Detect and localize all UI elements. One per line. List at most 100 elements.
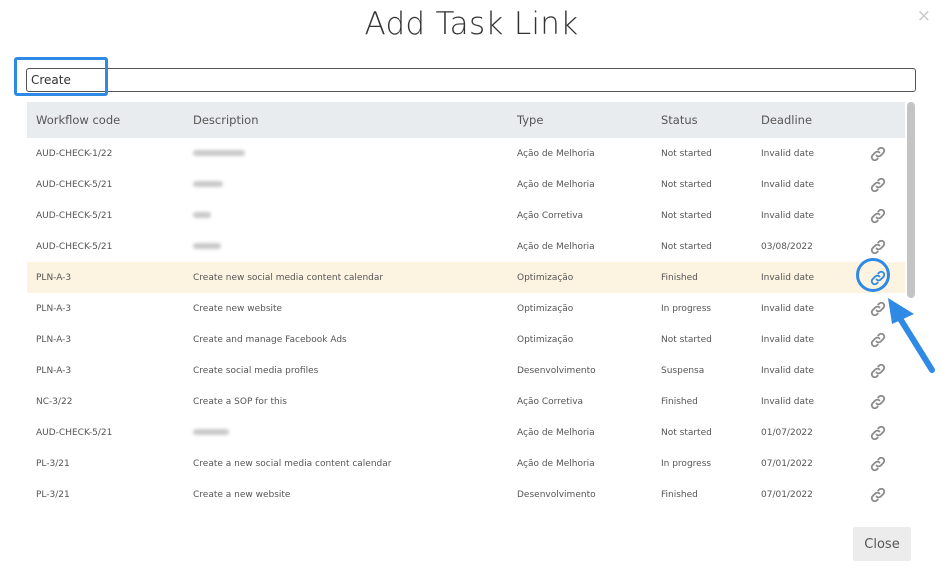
link-icon[interactable]	[869, 455, 887, 473]
search-input[interactable]	[26, 68, 916, 92]
table-row[interactable]: PLN-A-3 Create social media profiles Desen…	[27, 355, 905, 386]
column-header-actions	[850, 102, 905, 138]
table-row[interactable]: AUD-CHECK-5/21 Ação de Melhoria Not starte…	[27, 231, 905, 262]
link-icon[interactable]	[869, 269, 887, 287]
table-row[interactable]: PLN-A-3 Create new website Optimização In p…	[27, 293, 905, 324]
cell-deadline: Invalid date	[761, 272, 815, 283]
cell-deadline: Invalid date	[761, 179, 815, 190]
table-scrollbar[interactable]	[907, 102, 915, 298]
cell-link-action	[850, 200, 905, 231]
cell-type: Optimização	[517, 334, 574, 345]
cell-workflow-code: PL-3/21	[36, 489, 70, 500]
cell-link-action	[850, 386, 905, 417]
table-row[interactable]: AUD-CHECK-5/21 Ação de Melhoria Not starte…	[27, 169, 905, 200]
link-icon[interactable]	[869, 145, 887, 163]
cell-type: Ação de Melhoria	[517, 179, 595, 190]
cell-link-action	[850, 169, 905, 200]
redacted-text	[193, 243, 221, 249]
cell-deadline: 03/08/2022	[761, 241, 813, 252]
link-icon[interactable]	[869, 300, 887, 318]
cell-link-action	[850, 479, 905, 508]
cell-status: Finished	[661, 396, 698, 407]
table-row[interactable]: PLN-A-3 Create new social media content c…	[27, 262, 905, 293]
column-header-workflow-code[interactable]: Workflow code	[27, 102, 184, 138]
cell-description: Create a new social media content calend…	[193, 458, 392, 469]
cell-description	[184, 231, 508, 262]
redacted-text	[193, 150, 245, 156]
column-header-description[interactable]: Description	[184, 102, 508, 138]
cell-deadline: 07/01/2022	[761, 458, 813, 469]
column-header-status[interactable]: Status	[652, 102, 752, 138]
cell-description	[184, 169, 508, 200]
cell-status: In progress	[661, 458, 712, 469]
cell-type: Ação de Melhoria	[517, 148, 595, 159]
cell-description: Create a new website	[193, 489, 291, 500]
cell-deadline: Invalid date	[761, 334, 815, 345]
cell-type: Desenvolvimento	[517, 365, 596, 376]
cell-deadline: 01/07/2022	[761, 427, 813, 438]
redacted-text	[193, 212, 211, 218]
table-row[interactable]: AUD-CHECK-5/21 Ação Corretiva Not started I…	[27, 200, 905, 231]
table-row[interactable]: PL-3/21 Create a new website Desenvolvimen…	[27, 479, 905, 508]
cell-deadline: Invalid date	[761, 148, 815, 159]
cell-status: Not started	[661, 179, 712, 190]
cell-status: Not started	[661, 427, 712, 438]
link-icon[interactable]	[869, 331, 887, 349]
cell-type: Optimização	[517, 303, 574, 314]
cell-description: Create new website	[193, 303, 283, 314]
cell-workflow-code: PLN-A-3	[36, 272, 72, 283]
link-icon[interactable]	[869, 207, 887, 225]
link-icon[interactable]	[869, 393, 887, 411]
cell-type: Optimização	[517, 272, 574, 283]
link-icon[interactable]	[869, 362, 887, 380]
cell-description	[184, 200, 508, 231]
cell-deadline: Invalid date	[761, 210, 815, 221]
table-row[interactable]: PL-3/21 Create a new social media content…	[27, 448, 905, 479]
cell-link-action	[850, 417, 905, 448]
table-body: AUD-CHECK-1/22 Ação de Melhoria Not starte…	[27, 138, 905, 508]
cell-description: Create new social media content calendar	[193, 272, 384, 283]
redacted-text	[193, 429, 229, 435]
cell-type: Ação Corretiva	[517, 210, 584, 221]
table-header-row: Workflow code Description Type Status De…	[27, 102, 905, 138]
cell-link-action	[850, 293, 905, 324]
table-row[interactable]: PLN-A-3 Create and manage Facebook Ads Opt…	[27, 324, 905, 355]
cell-workflow-code: PLN-A-3	[36, 303, 72, 314]
cell-workflow-code: PLN-A-3	[36, 334, 72, 345]
link-icon[interactable]	[869, 424, 887, 442]
cell-workflow-code: AUD-CHECK-5/21	[36, 427, 113, 438]
cell-status: Not started	[661, 210, 712, 221]
link-icon[interactable]	[869, 238, 887, 256]
cell-workflow-code: PL-3/21	[36, 458, 70, 469]
close-button[interactable]: Close	[853, 527, 911, 561]
cell-link-action	[850, 231, 905, 262]
link-icon[interactable]	[869, 486, 887, 504]
table-row[interactable]: NC-3/22 Create a SOP for this Ação Correti…	[27, 386, 905, 417]
cell-link-action	[850, 138, 905, 169]
cell-type: Desenvolvimento	[517, 489, 596, 500]
table-row[interactable]: AUD-CHECK-5/21 Ação de Melhoria Not starte…	[27, 417, 905, 448]
cell-workflow-code: AUD-CHECK-5/21	[36, 210, 113, 221]
close-icon[interactable]: ×	[917, 6, 931, 26]
redacted-text	[193, 181, 223, 187]
cell-status: Not started	[661, 148, 712, 159]
cell-status: Suspensa	[661, 365, 705, 376]
task-table: Workflow code Description Type Status De…	[27, 102, 905, 508]
cell-link-action	[850, 355, 905, 386]
cell-status: Finished	[661, 489, 698, 500]
cell-workflow-code: AUD-CHECK-5/21	[36, 179, 113, 190]
cell-deadline: Invalid date	[761, 303, 815, 314]
cell-deadline: Invalid date	[761, 365, 815, 376]
cell-status: In progress	[661, 303, 712, 314]
column-header-type[interactable]: Type	[508, 102, 652, 138]
table-row[interactable]: AUD-CHECK-1/22 Ação de Melhoria Not starte…	[27, 138, 905, 169]
cell-status: Not started	[661, 334, 712, 345]
cell-type: Ação de Melhoria	[517, 427, 595, 438]
cell-description	[184, 138, 508, 169]
link-icon[interactable]	[869, 176, 887, 194]
cell-type: Ação Corretiva	[517, 396, 584, 407]
cell-link-action	[850, 448, 905, 479]
cell-link-action	[850, 262, 905, 293]
cell-status: Finished	[661, 272, 698, 283]
column-header-deadline[interactable]: Deadline	[752, 102, 850, 138]
